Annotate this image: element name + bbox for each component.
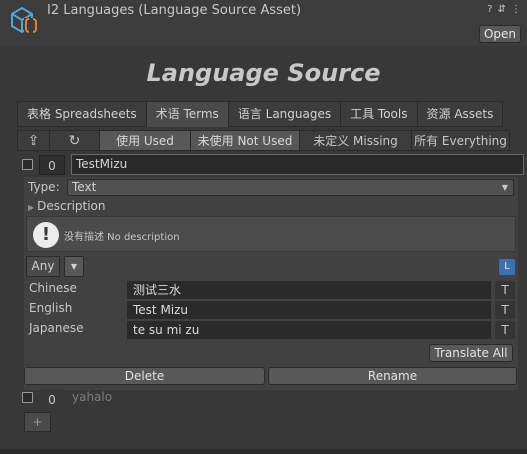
term-index: 0 (39, 155, 65, 175)
no-description-text: 没有描述 No description (64, 232, 180, 243)
term-checkbox[interactable] (22, 392, 33, 403)
term-checkbox[interactable] (22, 159, 33, 170)
info-icon: ! (33, 222, 59, 248)
language-label: English (29, 301, 73, 315)
translation-row-japanese: Japanese te su mi zu T (26, 320, 518, 340)
type-label: Type: (28, 180, 60, 194)
term-index: 0 (39, 389, 65, 409)
chevron-down-icon: ▼ (501, 183, 508, 192)
inspector-header: I2 Languages (Language Source Asset) ? ⇵… (0, 0, 527, 46)
category-dropdown-button[interactable]: ▼ (64, 256, 84, 277)
presets-icon[interactable]: ⇵ (498, 4, 506, 15)
term-row[interactable]: 0 TestMizu (17, 154, 524, 176)
language-label: Chinese (29, 281, 77, 295)
asset-title: I2 Languages (Language Source Asset) (47, 3, 302, 18)
description-foldout[interactable]: ▶ Description (28, 199, 106, 213)
translation-field[interactable]: te su mi zu (127, 321, 491, 339)
add-term-button[interactable]: + (24, 412, 51, 432)
category-any-button[interactable]: Any (26, 256, 60, 277)
translation-row-chinese: Chinese 测试三水 T (26, 280, 518, 300)
translations-list: Chinese 测试三水 T English Test Mizu T Japan… (26, 280, 518, 340)
foldout-arrow-icon: ▶ (28, 203, 35, 212)
translation-row-english: English Test Mizu T (26, 300, 518, 320)
type-value: Text (72, 180, 97, 194)
tab-assets[interactable]: 资源 Assets (416, 101, 504, 127)
rename-button[interactable]: Rename (268, 367, 517, 385)
translate-button[interactable]: T (495, 321, 515, 339)
help-icon[interactable]: ? (487, 4, 492, 15)
translate-button[interactable]: T (495, 281, 515, 299)
filter-everything-button[interactable]: 所有 Everything (411, 130, 510, 151)
tab-languages[interactable]: 语言 Languages (227, 101, 342, 127)
description-label: Description (37, 199, 106, 213)
page-title: Language Source (146, 59, 381, 87)
collapse-icon[interactable]: ⇪ (17, 130, 50, 151)
description-box: ! 没有描述 No description (26, 216, 516, 252)
open-button[interactable]: Open (479, 25, 521, 43)
tab-spreadsheets[interactable]: 表格 Spreadsheets (17, 101, 147, 127)
kebab-menu-icon[interactable]: ⋮ (511, 4, 521, 15)
filter-not-used-button[interactable]: 未使用 Not Used (190, 130, 300, 151)
filter-used-button[interactable]: 使用 Used (99, 130, 191, 151)
term-name[interactable]: yahalo (72, 390, 112, 404)
type-select[interactable]: Text ▼ (67, 179, 514, 196)
translate-all-button[interactable]: Translate All (429, 344, 513, 362)
language-toggle-button[interactable]: L (499, 259, 515, 275)
term-name-field[interactable]: TestMizu (71, 154, 524, 175)
translation-field[interactable]: Test Mizu (127, 301, 491, 319)
language-label: Japanese (29, 321, 84, 335)
translate-button[interactable]: T (495, 301, 515, 319)
tab-tools[interactable]: 工具 Tools (340, 101, 418, 127)
language-source-asset-icon (11, 6, 38, 34)
header-icons: ? ⇵ ⋮ (487, 4, 521, 15)
filter-bar: ⇪ ↻ 使用 Used 未使用 Not Used 未定义 Missing 所有 … (17, 130, 510, 151)
tab-bar: 表格 Spreadsheets 术语 Terms 语言 Languages 工具… (17, 101, 504, 127)
inspector-body: Language Source 表格 Spreadsheets 术语 Terms… (0, 46, 527, 454)
tab-terms[interactable]: 术语 Terms (145, 101, 229, 127)
delete-button[interactable]: Delete (24, 367, 265, 385)
bottom-border (0, 449, 527, 454)
filter-missing-button[interactable]: 未定义 Missing (299, 130, 412, 151)
translation-field[interactable]: 测试三水 (127, 281, 491, 299)
term-row[interactable]: 0 yahalo (17, 388, 524, 410)
refresh-icon[interactable]: ↻ (49, 130, 100, 151)
